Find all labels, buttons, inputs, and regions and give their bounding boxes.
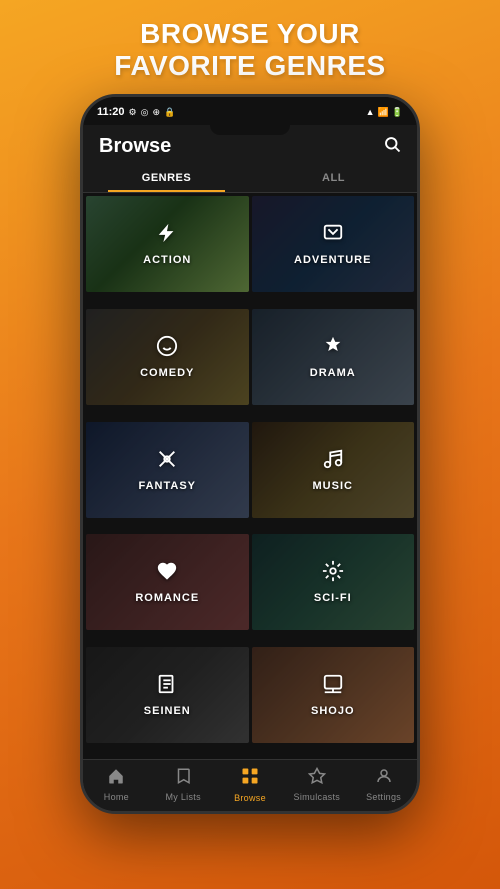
genre-card-action[interactable]: ACTION <box>86 196 249 292</box>
nav-item-home[interactable]: Home <box>83 767 150 802</box>
battery-icon: 🔋 <box>392 107 403 118</box>
nav-item-my-lists[interactable]: My Lists <box>150 767 217 802</box>
genre-icon-comedy <box>156 335 178 363</box>
genre-label-adventure: ADVENTURE <box>294 254 371 266</box>
genre-card-music[interactable]: MUSIC <box>252 422 415 518</box>
nav-label-browse: Browse <box>234 793 266 803</box>
genre-label-romance: ROMANCE <box>135 592 199 604</box>
genre-card-drama[interactable]: DRAMA <box>252 309 415 405</box>
genre-card-adventure[interactable]: ADVENTURE <box>252 196 415 292</box>
nav-label-home: Home <box>104 792 129 802</box>
bookmark-icon <box>174 767 192 790</box>
nav-item-simulcasts[interactable]: Simulcasts <box>283 767 350 802</box>
genre-icon-seinen <box>156 673 178 701</box>
genre-label-drama: DRAMA <box>310 367 356 379</box>
genre-card-romance[interactable]: ROMANCE <box>86 534 249 630</box>
search-button[interactable] <box>383 135 401 158</box>
nav-item-browse[interactable]: Browse <box>217 766 284 803</box>
genre-label-music: MUSIC <box>313 480 353 492</box>
simulcasts-icon <box>308 767 326 790</box>
signal-icon: 📶 <box>378 107 389 118</box>
page-title: Browse <box>99 135 171 158</box>
genre-label-sci-fi: SCI-FI <box>314 592 352 604</box>
genre-label-action: ACTION <box>143 254 191 266</box>
tab-all[interactable]: ALL <box>250 164 417 192</box>
status-vpn-icon: ⊕ <box>152 107 160 118</box>
tab-bar: GENRES ALL <box>83 164 417 193</box>
genre-icon-music <box>322 448 344 476</box>
genre-card-fantasy[interactable]: FANTASY <box>86 422 249 518</box>
genre-icon-sci-fi <box>322 560 344 588</box>
genre-label-seinen: SEINEN <box>144 705 191 717</box>
hero-text: BROWSE YOUR FAVORITE GENRES <box>94 0 405 94</box>
home-icon <box>107 767 125 790</box>
tab-genres[interactable]: GENRES <box>83 164 250 192</box>
settings-person-icon <box>375 767 393 790</box>
nav-label-settings: Settings <box>366 792 401 802</box>
genre-card-comedy[interactable]: COMEDY <box>86 309 249 405</box>
genre-icon-romance <box>156 560 178 588</box>
nav-label-my-lists: My Lists <box>165 792 200 802</box>
genre-icon-shojo <box>322 673 344 701</box>
genre-card-sci-fi[interactable]: SCI-FI <box>252 534 415 630</box>
genre-label-shojo: SHOJO <box>311 705 355 717</box>
genre-icon-drama <box>322 335 344 363</box>
genre-icon-action <box>156 222 178 250</box>
nav-label-simulcasts: Simulcasts <box>294 792 341 802</box>
genre-label-fantasy: FANTASY <box>138 480 196 492</box>
genre-label-comedy: COMEDY <box>140 367 194 379</box>
app-content: Browse GENRES ALL ACTION <box>83 125 417 811</box>
genre-icon-fantasy <box>156 448 178 476</box>
wifi-icon: ▲ <box>366 107 375 117</box>
genre-card-shojo[interactable]: SHOJO <box>252 647 415 743</box>
status-time: 11:20 <box>97 106 125 118</box>
bottom-nav: Home My Lists <box>83 759 417 811</box>
browse-icon <box>240 766 260 791</box>
phone-frame: 11:20 ⚙ ◎ ⊕ 🔒 ▲ 📶 🔋 Browse G <box>80 94 420 814</box>
genre-grid: ACTION ADVENTURE COMEDY DRAMA <box>83 193 417 759</box>
nav-item-settings[interactable]: Settings <box>350 767 417 802</box>
genre-icon-adventure <box>322 222 344 250</box>
genre-card-seinen[interactable]: SEINEN <box>86 647 249 743</box>
status-sync-icon: ◎ <box>141 107 149 118</box>
status-lock-icon: 🔒 <box>164 107 175 118</box>
status-settings-icon: ⚙ <box>129 107 137 118</box>
status-bar: 11:20 ⚙ ◎ ⊕ 🔒 ▲ 📶 🔋 <box>83 97 417 125</box>
